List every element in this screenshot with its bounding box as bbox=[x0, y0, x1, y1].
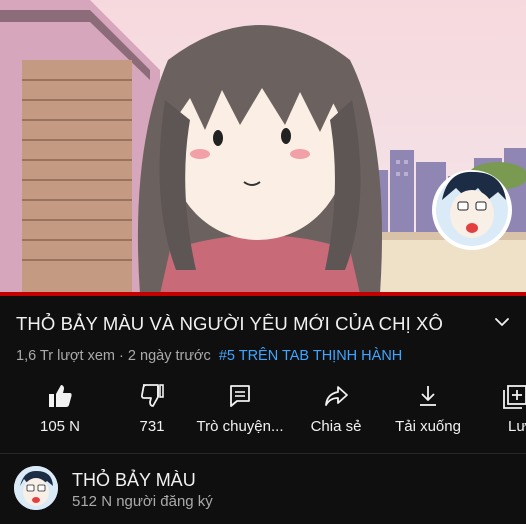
upload-date: 2 ngày trước bbox=[127, 348, 211, 364]
thumbs-down-icon bbox=[141, 384, 164, 407]
chevron-down-icon[interactable] bbox=[492, 314, 512, 330]
video-thumbnail bbox=[0, 0, 526, 294]
share-icon bbox=[325, 386, 348, 406]
save-button[interactable]: Lưu bbox=[470, 380, 526, 450]
chat-button[interactable]: Trò chuyện... bbox=[190, 380, 290, 450]
video-meta: 1,6 Tr lượt xem · 2 ngày trước #5 TRÊN T… bbox=[16, 348, 402, 364]
like-count: 105 N bbox=[39, 418, 81, 435]
video-title: THỎ BẢY MÀU VÀ NGƯỜI YÊU MỚI CỦA CHỊ XÔ bbox=[16, 313, 443, 334]
dislike-button[interactable]: 731 bbox=[102, 380, 202, 450]
channel-name[interactable]: THỎ BẢY MÀU bbox=[72, 470, 196, 491]
channel-avatar[interactable] bbox=[14, 466, 58, 510]
chat-label: Trò chuyện... bbox=[196, 418, 284, 435]
download-button[interactable]: Tải xuống bbox=[378, 380, 478, 450]
download-label: Tải xuống bbox=[395, 418, 461, 435]
video-title-row[interactable]: THỎ BẢY MÀU VÀ NGƯỜI YÊU MỚI CỦA CHỊ XÔ bbox=[0, 296, 526, 348]
subscriber-count: 512 N người đăng ký bbox=[72, 493, 213, 510]
download-icon bbox=[420, 386, 436, 406]
channel-avatar-image bbox=[14, 466, 58, 510]
trending-hashtag-link[interactable]: #5 TRÊN TAB THỊNH HÀNH bbox=[219, 348, 402, 364]
meta-separator: · bbox=[119, 348, 124, 364]
dislike-count: 731 bbox=[139, 418, 165, 435]
save-playlist-icon bbox=[503, 385, 526, 409]
view-count: 1,6 Tr lượt xem bbox=[16, 348, 115, 364]
save-label: Lưu bbox=[508, 418, 526, 435]
share-button[interactable]: Chia sẻ bbox=[286, 380, 386, 450]
share-label: Chia sẻ bbox=[310, 418, 362, 435]
chat-icon bbox=[230, 385, 250, 407]
channel-row[interactable]: THỎ BẢY MÀU 512 N người đăng ký bbox=[0, 454, 526, 524]
like-button[interactable]: 105 N bbox=[10, 380, 110, 450]
video-player[interactable] bbox=[0, 0, 526, 294]
action-bar: 105 N 731 Trò chuyện... Chia sẻ Tải xuốn… bbox=[0, 380, 526, 450]
thumbs-up-filled-icon bbox=[49, 385, 72, 407]
